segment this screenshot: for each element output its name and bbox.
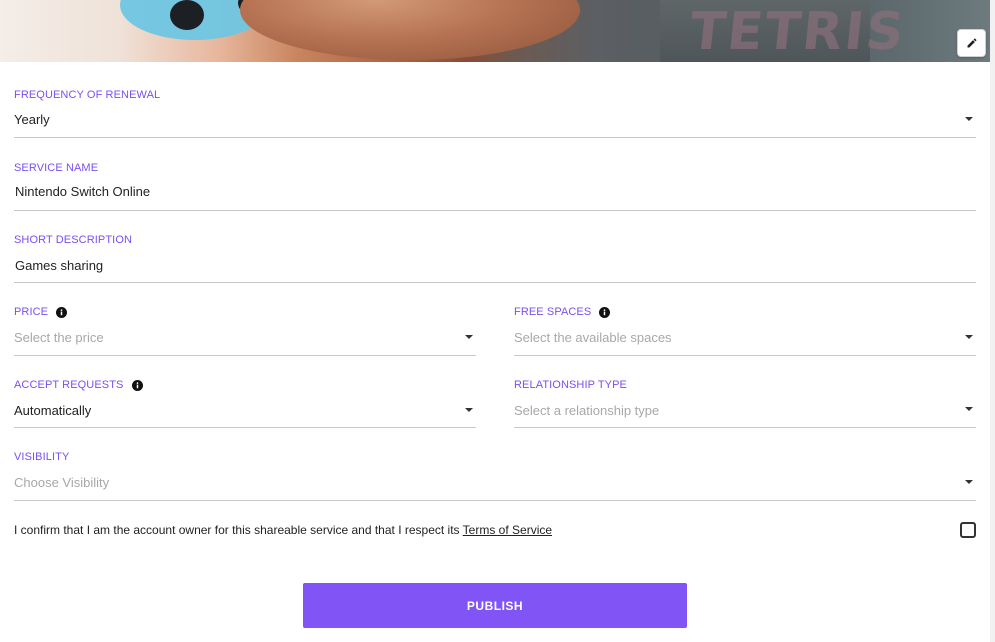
visibility-label: VISIBILITY [14,451,70,463]
terms-of-service-link[interactable]: Terms of Service [463,523,552,537]
chevron-down-icon [965,335,973,339]
divider [14,427,476,428]
visibility-select[interactable]: VISIBILITY Choose Visibility [14,450,976,501]
confirm-text: I confirm that I am the account owner fo… [14,523,460,537]
frequency-select[interactable]: FREQUENCY OF RENEWAL Yearly [14,88,976,138]
accept-requests-value: Automatically [14,403,92,418]
chevron-down-icon [965,480,973,484]
info-icon[interactable] [599,306,611,318]
divider [14,137,976,138]
chevron-down-icon [465,408,473,412]
chevron-down-icon [465,335,473,339]
divider [14,355,476,356]
service-name-input[interactable]: SERVICE NAME Nintendo Switch Online [14,161,976,211]
relationship-type-select[interactable]: RELATIONSHIP TYPE Select a relationship … [514,378,976,428]
info-icon[interactable] [56,306,68,318]
free-spaces-label: FREE SPACES [514,306,592,318]
price-label: PRICE [14,306,49,318]
publish-button[interactable]: PUBLISH [303,583,687,628]
confirm-statement: I confirm that I am the account owner fo… [14,523,552,537]
price-placeholder: Select the price [14,330,104,345]
confirm-checkbox[interactable] [960,522,976,538]
divider [14,282,976,283]
chevron-down-icon [965,407,973,411]
cover-artwork-text: TETRIS [686,2,909,62]
page-scrollbar[interactable] [990,0,995,642]
free-spaces-placeholder: Select the available spaces [514,330,672,345]
info-icon[interactable] [131,379,143,391]
divider [514,355,976,356]
free-spaces-select[interactable]: FREE SPACES Select the available spaces [514,305,976,356]
edit-cover-button[interactable] [957,29,986,57]
pencil-icon [967,38,977,48]
chevron-down-icon [965,117,973,121]
short-description-input[interactable]: SHORT DESCRIPTION Games sharing [14,233,976,283]
divider [514,427,976,428]
divider [14,500,976,501]
relationship-type-placeholder: Select a relationship type [514,403,660,418]
divider [14,210,976,211]
service-name-value: Nintendo Switch Online [15,184,151,199]
price-select[interactable]: PRICE Select the price [14,305,476,356]
relationship-type-label: RELATIONSHIP TYPE [514,379,627,391]
accept-requests-select[interactable]: ACCEPT REQUESTS Automatically [14,378,476,428]
frequency-label: FREQUENCY OF RENEWAL [14,89,161,101]
cover-image: TETRIS [0,0,990,62]
short-description-value: Games sharing [15,258,104,273]
service-name-label: SERVICE NAME [14,162,99,174]
frequency-value: Yearly [14,112,50,127]
short-description-label: SHORT DESCRIPTION [14,234,133,246]
visibility-placeholder: Choose Visibility [14,475,110,490]
accept-requests-label: ACCEPT REQUESTS [14,379,124,391]
